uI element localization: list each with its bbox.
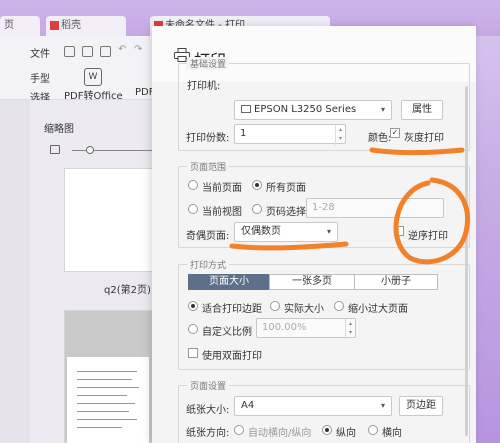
annotation-underline-grayscale — [369, 147, 465, 156]
annotation-circle-reverse — [393, 177, 470, 265]
annotation-layer — [229, 147, 470, 265]
annotation-underline-odd-even — [229, 241, 349, 251]
